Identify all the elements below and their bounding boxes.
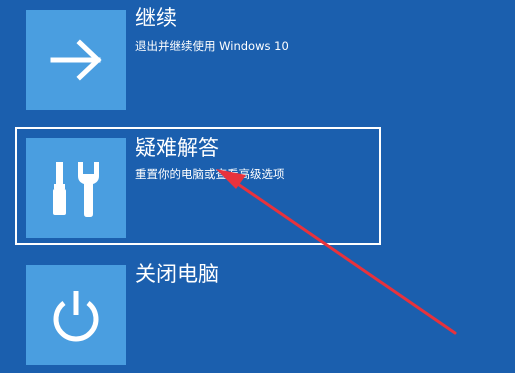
arrow-right-icon	[50, 39, 102, 81]
shutdown-title: 关闭电脑	[135, 262, 219, 286]
troubleshoot-description: 重置你的电脑或查看高级选项	[135, 167, 285, 181]
shutdown-option[interactable]: 关闭电脑	[15, 254, 381, 372]
troubleshoot-title: 疑难解答	[135, 136, 219, 160]
power-icon	[53, 291, 99, 342]
troubleshoot-option[interactable]: 疑难解答 重置你的电脑或查看高级选项	[15, 127, 381, 245]
continue-option[interactable]: 继续 退出并继续使用 Windows 10	[15, 0, 381, 112]
troubleshoot-tile[interactable]	[26, 138, 126, 238]
continue-description: 退出并继续使用 Windows 10	[135, 39, 289, 53]
tools-icon	[53, 162, 99, 217]
continue-tile[interactable]	[26, 10, 126, 110]
continue-title: 继续	[135, 6, 177, 30]
shutdown-tile[interactable]	[26, 265, 126, 365]
